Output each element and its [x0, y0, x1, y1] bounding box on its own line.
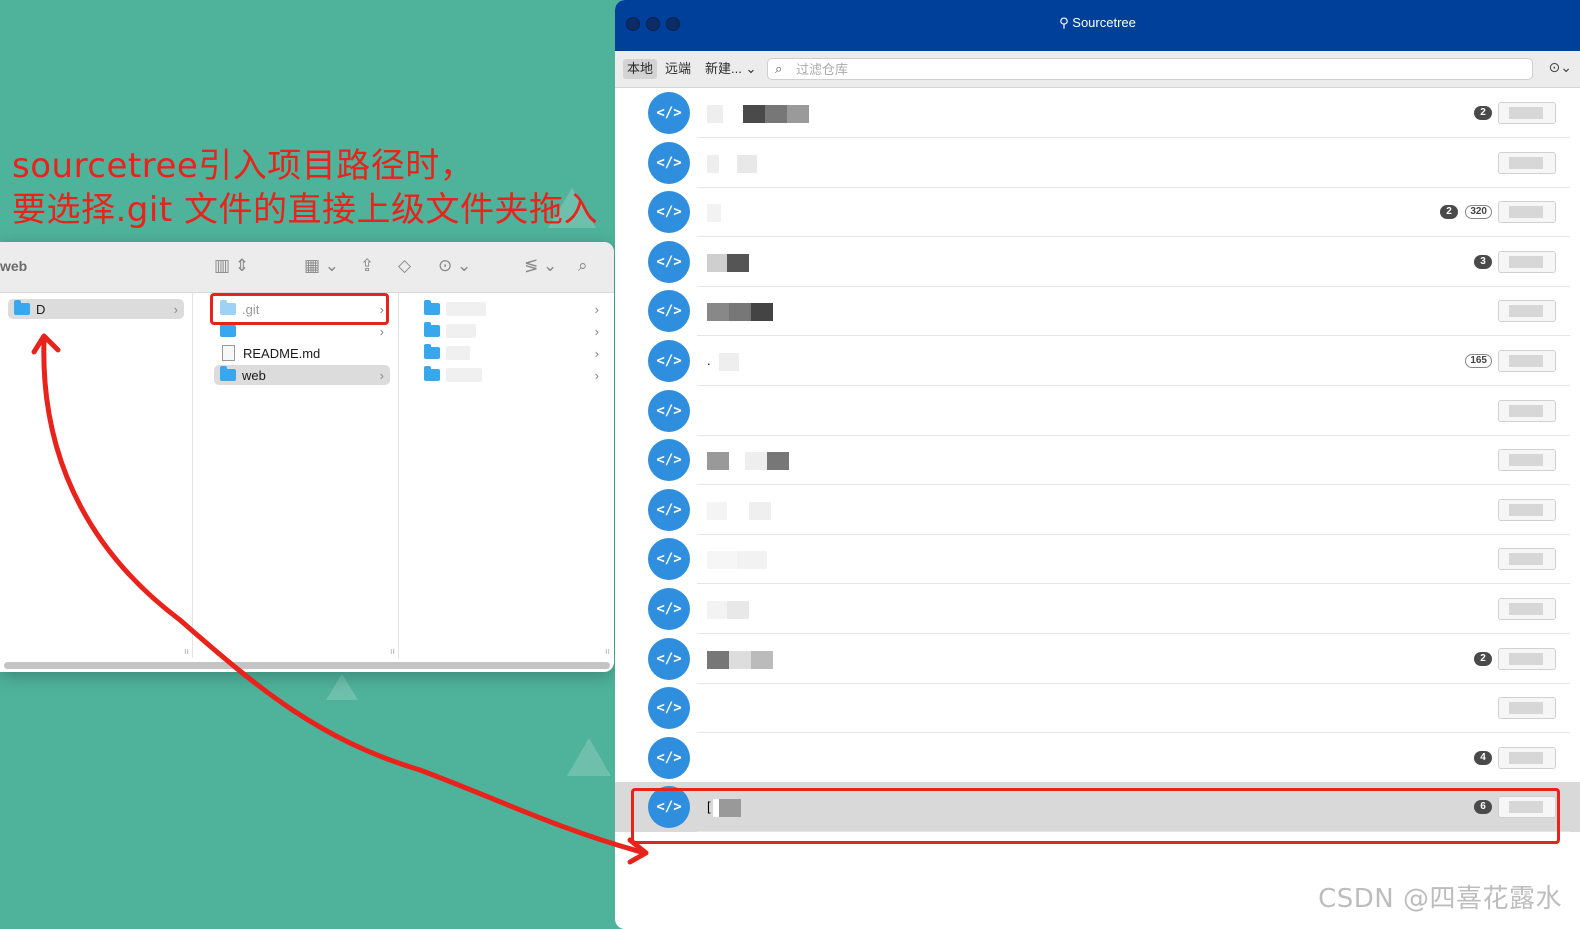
drag-path-arrow	[41, 337, 648, 856]
drag-arrow-overlay	[31, 333, 649, 865]
